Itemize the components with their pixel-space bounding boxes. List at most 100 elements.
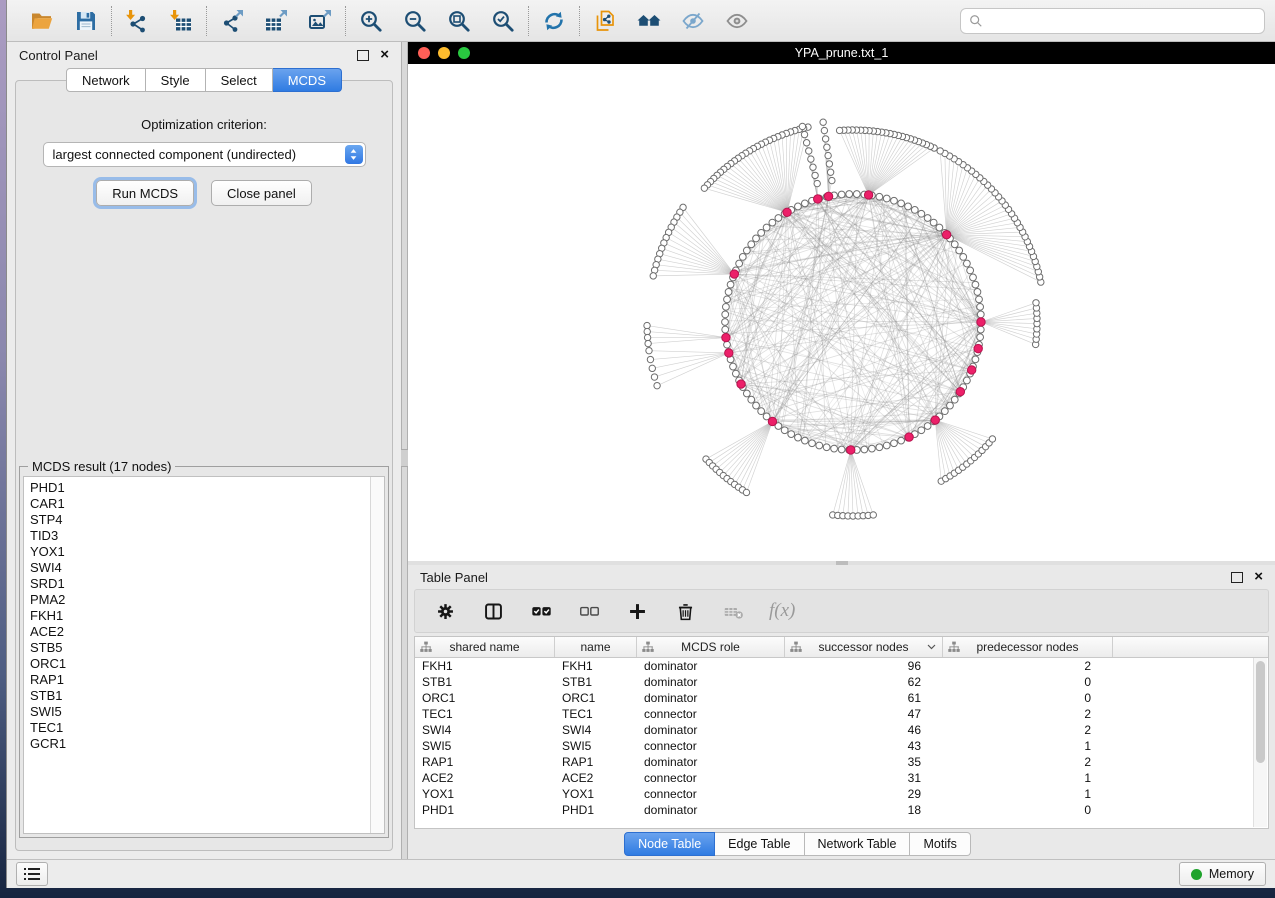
- table-cell[interactable]: 35: [785, 755, 943, 769]
- table-cell[interactable]: 1: [943, 739, 1113, 753]
- list-item[interactable]: FKH1: [30, 608, 370, 624]
- table-cell[interactable]: 2: [943, 723, 1113, 737]
- list-item[interactable]: TID3: [30, 528, 370, 544]
- select-all-icon[interactable]: [529, 599, 553, 623]
- table-cell[interactable]: connector: [637, 787, 785, 801]
- table-cell[interactable]: SWI5: [555, 739, 637, 753]
- column-header-shared-name[interactable]: shared name: [415, 637, 555, 657]
- column-header-mcds-role[interactable]: MCDS role: [637, 637, 785, 657]
- tab-node-table[interactable]: Node Table: [624, 832, 715, 856]
- tab-select[interactable]: Select: [206, 68, 273, 92]
- splitter-grip[interactable]: [836, 561, 848, 565]
- table-cell[interactable]: TEC1: [555, 707, 637, 721]
- column-header-name[interactable]: name: [555, 637, 637, 657]
- table-cell[interactable]: SWI4: [415, 723, 555, 737]
- table-cell[interactable]: 0: [943, 691, 1113, 705]
- table-scrollbar[interactable]: [1253, 658, 1267, 827]
- table-cell[interactable]: 47: [785, 707, 943, 721]
- table-row[interactable]: ORC1ORC1dominator610: [415, 690, 1268, 706]
- table-cell[interactable]: dominator: [637, 723, 785, 737]
- list-item[interactable]: SWI5: [30, 704, 370, 720]
- columns-icon[interactable]: [481, 599, 505, 623]
- list-item[interactable]: RAP1: [30, 672, 370, 688]
- table-cell[interactable]: ORC1: [415, 691, 555, 705]
- list-item[interactable]: CAR1: [30, 496, 370, 512]
- list-item[interactable]: STB5: [30, 640, 370, 656]
- open-session-icon[interactable]: [29, 8, 55, 34]
- table-cell[interactable]: STB1: [415, 675, 555, 689]
- zoom-fit-icon[interactable]: [446, 8, 472, 34]
- table-cell[interactable]: FKH1: [555, 659, 637, 673]
- list-item[interactable]: YOX1: [30, 544, 370, 560]
- task-history-button[interactable]: [16, 862, 48, 886]
- tab-network[interactable]: Network: [66, 68, 146, 92]
- table-cell[interactable]: SWI5: [415, 739, 555, 753]
- table-cell[interactable]: 31: [785, 771, 943, 785]
- table-cell[interactable]: 61: [785, 691, 943, 705]
- add-icon[interactable]: [625, 599, 649, 623]
- refresh-icon[interactable]: [541, 8, 567, 34]
- tab-mcds[interactable]: MCDS: [273, 68, 342, 92]
- list-item[interactable]: TEC1: [30, 720, 370, 736]
- list-item[interactable]: GCR1: [30, 736, 370, 752]
- list-item[interactable]: PHD1: [30, 480, 370, 496]
- table-cell[interactable]: SWI4: [555, 723, 637, 737]
- list-item[interactable]: SRD1: [30, 576, 370, 592]
- table-cell[interactable]: YOX1: [415, 787, 555, 801]
- table-cell[interactable]: ACE2: [415, 771, 555, 785]
- horizontal-splitter[interactable]: [408, 561, 1275, 565]
- duplicate-network-icon[interactable]: [592, 8, 618, 34]
- column-header-successor-nodes[interactable]: successor nodes: [785, 637, 943, 657]
- table-cell[interactable]: dominator: [637, 755, 785, 769]
- table-cell[interactable]: 1: [943, 787, 1113, 801]
- list-item[interactable]: ACE2: [30, 624, 370, 640]
- close-window-icon[interactable]: [418, 47, 430, 59]
- settings-icon[interactable]: [433, 599, 457, 623]
- hide-selected-icon[interactable]: [680, 8, 706, 34]
- table-cell[interactable]: dominator: [637, 675, 785, 689]
- table-cell[interactable]: 2: [943, 707, 1113, 721]
- table-cell[interactable]: dominator: [637, 659, 785, 673]
- table-cell[interactable]: PHD1: [415, 803, 555, 817]
- splitter-grip[interactable]: [401, 449, 408, 467]
- tab-style[interactable]: Style: [146, 68, 206, 92]
- table-cell[interactable]: dominator: [637, 803, 785, 817]
- float-panel-icon[interactable]: [1231, 572, 1243, 583]
- table-row[interactable]: TEC1TEC1connector472: [415, 706, 1268, 722]
- table-cell[interactable]: connector: [637, 739, 785, 753]
- table-row[interactable]: FKH1FKH1dominator962: [415, 658, 1268, 674]
- zoom-selected-icon[interactable]: [490, 8, 516, 34]
- import-table-icon[interactable]: [168, 8, 194, 34]
- zoom-in-icon[interactable]: [358, 8, 384, 34]
- export-table-icon[interactable]: [263, 8, 289, 34]
- table-cell[interactable]: 1: [943, 771, 1113, 785]
- float-panel-icon[interactable]: [357, 50, 369, 61]
- minimize-window-icon[interactable]: [438, 47, 450, 59]
- tab-edge-table[interactable]: Edge Table: [715, 832, 804, 856]
- table-cell[interactable]: 29: [785, 787, 943, 801]
- list-item[interactable]: SWI4: [30, 560, 370, 576]
- run-mcds-button[interactable]: Run MCDS: [96, 180, 194, 206]
- table-row[interactable]: SWI5SWI5connector431: [415, 738, 1268, 754]
- first-neighbors-icon[interactable]: [636, 8, 662, 34]
- vertical-splitter[interactable]: [401, 42, 408, 859]
- scrollbar-thumb[interactable]: [1256, 661, 1265, 763]
- table-cell[interactable]: 0: [943, 803, 1113, 817]
- export-network-icon[interactable]: [219, 8, 245, 34]
- save-session-icon[interactable]: [73, 8, 99, 34]
- column-header-predecessor-nodes[interactable]: predecessor nodes: [943, 637, 1113, 657]
- criterion-dropdown[interactable]: largest connected component (undirected): [43, 142, 366, 167]
- table-cell[interactable]: 2: [943, 755, 1113, 769]
- table-cell[interactable]: STB1: [555, 675, 637, 689]
- search-box[interactable]: [960, 8, 1265, 34]
- list-item[interactable]: STB1: [30, 688, 370, 704]
- table-cell[interactable]: TEC1: [415, 707, 555, 721]
- export-image-icon[interactable]: [307, 8, 333, 34]
- close-panel-icon[interactable]: ×: [380, 49, 389, 61]
- tab-network-table[interactable]: Network Table: [805, 832, 911, 856]
- close-panel-button[interactable]: Close panel: [211, 180, 312, 206]
- table-cell[interactable]: 62: [785, 675, 943, 689]
- table-cell[interactable]: PHD1: [555, 803, 637, 817]
- table-cell[interactable]: ACE2: [555, 771, 637, 785]
- table-cell[interactable]: connector: [637, 707, 785, 721]
